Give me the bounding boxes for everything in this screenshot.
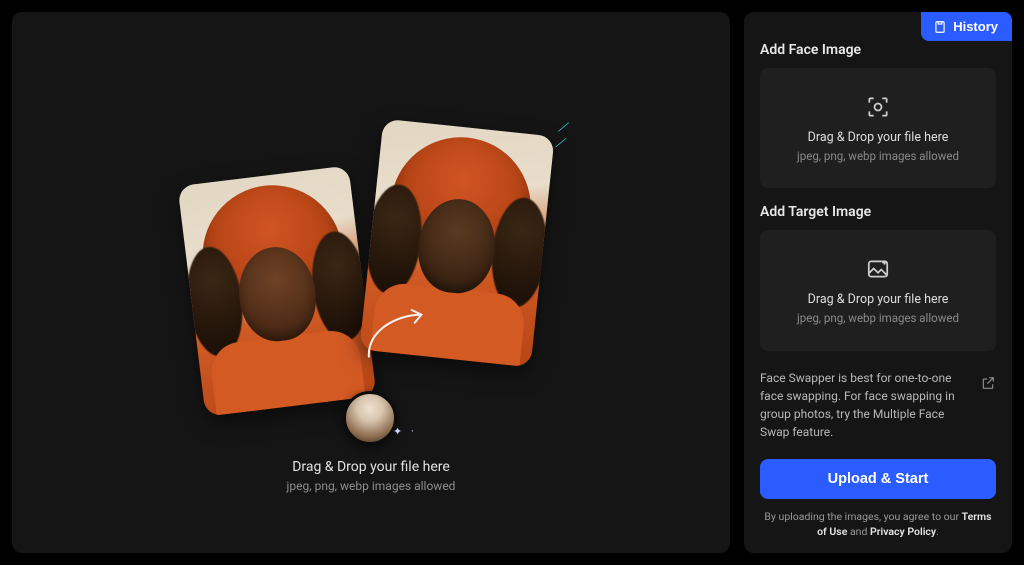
history-button[interactable]: History — [921, 12, 1012, 41]
sample-face-avatar — [343, 391, 397, 445]
legal-prefix: By uploading the images, you agree to ou… — [764, 510, 961, 523]
face-capture-icon — [865, 94, 891, 120]
history-button-label: History — [953, 19, 998, 34]
target-section-title: Add Target Image — [760, 204, 996, 220]
upload-start-button[interactable]: Upload & Start — [760, 459, 996, 499]
face-section-title: Add Face Image — [760, 42, 996, 58]
legal-and: and — [847, 525, 870, 538]
swap-arrow-icon — [359, 304, 433, 364]
face-drop-title: Drag & Drop your file here — [808, 130, 949, 145]
target-drop-title: Drag & Drop your file here — [808, 292, 949, 307]
history-icon — [933, 20, 947, 34]
image-plus-icon — [865, 256, 891, 282]
privacy-policy-link[interactable]: Privacy Policy — [870, 525, 936, 538]
target-dropzone[interactable]: Drag & Drop your file here jpeg, png, we… — [760, 230, 996, 350]
legal-text: By uploading the images, you agree to ou… — [760, 509, 996, 539]
side-panel: History Add Face Image Drag & Drop your … — [744, 12, 1012, 553]
main-drop-title: Drag & Drop your file here — [287, 459, 456, 475]
external-link-icon[interactable] — [980, 375, 996, 391]
legal-suffix: . — [936, 525, 939, 538]
accent-dashes-icon: ⟋ ⟋ — [554, 119, 583, 155]
face-dropzone[interactable]: Drag & Drop your file here jpeg, png, we… — [760, 68, 996, 188]
hero-illustration: ✦ · ⟋ ⟋ — [161, 115, 581, 435]
upload-start-label: Upload & Start — [828, 471, 929, 487]
main-drop-subtitle: jpeg, png, webp images allowed — [287, 479, 456, 493]
main-dropzone-panel[interactable]: ✦ · ⟋ ⟋ Drag & Drop your file here jpeg,… — [12, 12, 730, 553]
target-drop-subtitle: jpeg, png, webp images allowed — [797, 311, 959, 325]
face-drop-subtitle: jpeg, png, webp images allowed — [797, 149, 959, 163]
sample-card-source — [178, 165, 377, 416]
hint-text: Face Swapper is best for one-to-one face… — [760, 369, 970, 441]
sparkle-icon: ✦ · — [393, 425, 417, 438]
